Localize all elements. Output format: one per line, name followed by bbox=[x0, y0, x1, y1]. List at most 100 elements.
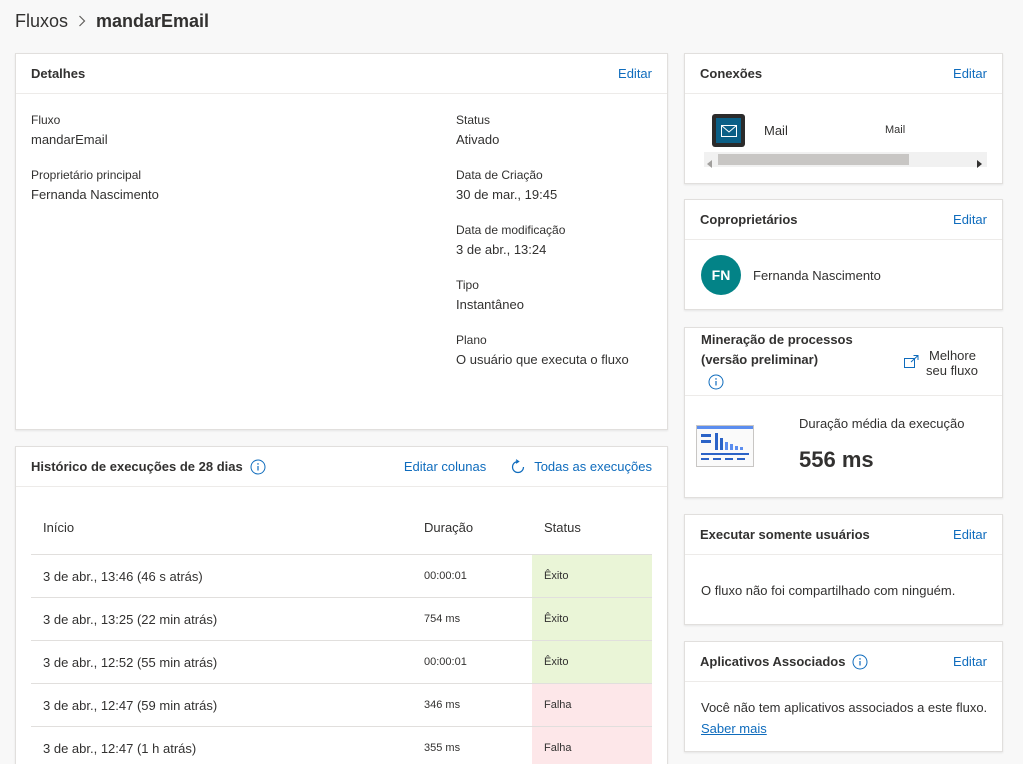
associated-apps-header: Aplicativos Associados Editar bbox=[685, 642, 1002, 682]
field-owner: Proprietário principal Fernanda Nascimen… bbox=[31, 168, 159, 202]
run-status-failure: Falha bbox=[532, 727, 652, 764]
run-status-success: Êxito bbox=[532, 598, 652, 641]
table-row[interactable]: 3 de abr., 12:47 (59 min atrás) 346 ms F… bbox=[31, 683, 652, 727]
field-label: Plano bbox=[456, 333, 487, 347]
field-value: Instantâneo bbox=[456, 297, 524, 312]
avg-duration-label: Duração média da execução bbox=[799, 416, 965, 431]
connection-name: Mail bbox=[764, 123, 788, 138]
scroll-right-icon[interactable] bbox=[977, 155, 983, 173]
associated-apps-message: Você não tem aplicativos associados a es… bbox=[701, 697, 991, 739]
associated-apps-text: Você não tem aplicativos associados a es… bbox=[701, 700, 988, 715]
field-label: Fluxo bbox=[31, 113, 61, 127]
coowners-card: Coproprietários Editar FN Fernanda Nasci… bbox=[684, 199, 1003, 310]
connection-type: Mail bbox=[885, 124, 906, 136]
chevron-right-icon bbox=[78, 15, 86, 27]
connections-scrollbar[interactable] bbox=[704, 152, 987, 168]
run-duration: 00:00:01 bbox=[424, 570, 467, 582]
run-start[interactable]: 3 de abr., 12:47 (1 h atrás) bbox=[43, 727, 196, 764]
coowners-title: Coproprietários bbox=[700, 212, 798, 227]
mail-connector-icon bbox=[712, 114, 745, 147]
column-header-status[interactable]: Status bbox=[544, 520, 581, 535]
column-header-duration[interactable]: Duração bbox=[424, 520, 473, 535]
all-runs-link[interactable]: Todas as execuções bbox=[534, 459, 652, 474]
field-value: Fernanda Nascimento bbox=[31, 187, 159, 202]
details-card: Detalhes Editar Fluxo mandarEmail Propri… bbox=[15, 53, 668, 430]
field-value: O usuário que executa o fluxo bbox=[456, 352, 629, 367]
run-duration: 00:00:01 bbox=[424, 656, 467, 668]
field-status: Status Ativado bbox=[456, 113, 499, 147]
run-history-header: Histórico de execuções de 28 dias Editar… bbox=[16, 447, 667, 487]
run-start[interactable]: 3 de abr., 13:25 (22 min atrás) bbox=[43, 598, 217, 641]
learn-more-link[interactable]: Saber mais bbox=[701, 721, 767, 736]
process-mining-title: Mineração de processos bbox=[701, 332, 853, 347]
run-status-success: Êxito bbox=[532, 641, 652, 684]
field-label: Data de modificação bbox=[456, 223, 566, 237]
field-value: 3 de abr., 13:24 bbox=[456, 242, 547, 257]
table-row[interactable]: 3 de abr., 13:25 (22 min atrás) 754 ms Ê… bbox=[31, 597, 652, 641]
run-history-actions: Editar colunas Todas as execuções bbox=[404, 458, 652, 475]
run-history-title: Histórico de execuções de 28 dias bbox=[31, 459, 243, 474]
refresh-icon[interactable] bbox=[510, 458, 526, 475]
table-row[interactable]: 3 de abr., 12:52 (55 min atrás) 00:00:01… bbox=[31, 640, 652, 684]
column-header-start[interactable]: Início bbox=[43, 520, 74, 535]
run-duration: 346 ms bbox=[424, 699, 461, 711]
run-only-users-header: Executar somente usuários Editar bbox=[685, 515, 1002, 555]
run-duration: 355 ms bbox=[424, 742, 461, 754]
run-only-users-edit-link[interactable]: Editar bbox=[953, 527, 987, 542]
run-duration: 754 ms bbox=[424, 613, 461, 625]
improve-flow-link[interactable]: Melhore seu fluxo bbox=[926, 348, 978, 378]
details-edit-link[interactable]: Editar bbox=[618, 66, 652, 81]
info-icon[interactable] bbox=[250, 459, 266, 475]
run-status-failure: Falha bbox=[532, 684, 652, 727]
associated-apps-edit-link[interactable]: Editar bbox=[953, 654, 987, 669]
process-mining-card: Mineração de processos (versão prelimina… bbox=[684, 327, 1003, 498]
scroll-left-icon[interactable] bbox=[707, 155, 713, 173]
table-row[interactable]: 3 de abr., 12:47 (1 h atrás) 355 ms Falh… bbox=[31, 726, 652, 764]
field-value: mandarEmail bbox=[31, 132, 108, 147]
associated-apps-title: Aplicativos Associados bbox=[700, 654, 846, 669]
field-flow: Fluxo mandarEmail bbox=[31, 113, 108, 147]
external-link-icon[interactable] bbox=[904, 355, 919, 368]
details-card-title: Detalhes bbox=[31, 66, 86, 81]
avg-duration-value: 556 ms bbox=[799, 447, 874, 472]
connections-edit-link[interactable]: Editar bbox=[953, 66, 987, 81]
process-mining-subtitle: (versão preliminar) bbox=[701, 352, 819, 367]
connections-header: Conexões Editar bbox=[685, 54, 1002, 94]
connections-card: Conexões Editar Mail Mail bbox=[684, 53, 1003, 184]
breadcrumb: Fluxos mandarEmail bbox=[15, 8, 209, 34]
details-card-header: Detalhes Editar bbox=[16, 54, 667, 94]
field-type: Tipo Instantâneo bbox=[456, 278, 524, 312]
breadcrumb-root-link[interactable]: Fluxos bbox=[15, 11, 68, 32]
info-icon[interactable] bbox=[708, 374, 724, 390]
run-start[interactable]: 3 de abr., 13:46 (46 s atrás) bbox=[43, 555, 203, 598]
improve-flow-line2[interactable]: seu fluxo bbox=[926, 363, 978, 378]
scrollbar-thumb[interactable] bbox=[718, 154, 909, 165]
run-start[interactable]: 3 de abr., 12:47 (59 min atrás) bbox=[43, 684, 217, 727]
field-label: Data de Criação bbox=[456, 168, 543, 182]
associated-apps-title-wrap: Aplicativos Associados bbox=[700, 654, 868, 670]
field-value: 30 de mar., 19:45 bbox=[456, 187, 558, 202]
connections-title: Conexões bbox=[700, 66, 763, 81]
improve-flow-line1[interactable]: Melhore bbox=[926, 348, 978, 363]
field-created: Data de Criação 30 de mar., 19:45 bbox=[456, 168, 557, 202]
coowners-header: Coproprietários Editar bbox=[685, 200, 1002, 240]
run-start[interactable]: 3 de abr., 12:52 (55 min atrás) bbox=[43, 641, 217, 684]
run-status-success: Êxito bbox=[532, 555, 652, 598]
field-modified: Data de modificação 3 de abr., 13:24 bbox=[456, 223, 565, 257]
process-mining-header: Mineração de processos (versão prelimina… bbox=[685, 328, 1002, 396]
field-plan: Plano O usuário que executa o fluxo bbox=[456, 333, 629, 367]
field-label: Tipo bbox=[456, 278, 479, 292]
process-chart-illustration bbox=[696, 425, 754, 467]
coowners-edit-link[interactable]: Editar bbox=[953, 212, 987, 227]
table-row[interactable]: 3 de abr., 13:46 (46 s atrás) 00:00:01 Ê… bbox=[31, 554, 652, 598]
edit-columns-link[interactable]: Editar colunas bbox=[404, 459, 486, 474]
field-label: Proprietário principal bbox=[31, 168, 142, 182]
run-only-users-card: Executar somente usuários Editar O fluxo… bbox=[684, 514, 1003, 625]
avatar: FN bbox=[701, 255, 741, 295]
field-label: Status bbox=[456, 113, 491, 127]
field-value: Ativado bbox=[456, 132, 500, 147]
associated-apps-card: Aplicativos Associados Editar Você não t… bbox=[684, 641, 1003, 752]
info-icon[interactable] bbox=[852, 654, 868, 670]
run-history-title-wrap: Histórico de execuções de 28 dias bbox=[31, 459, 266, 475]
coowner-name: Fernanda Nascimento bbox=[753, 268, 881, 283]
